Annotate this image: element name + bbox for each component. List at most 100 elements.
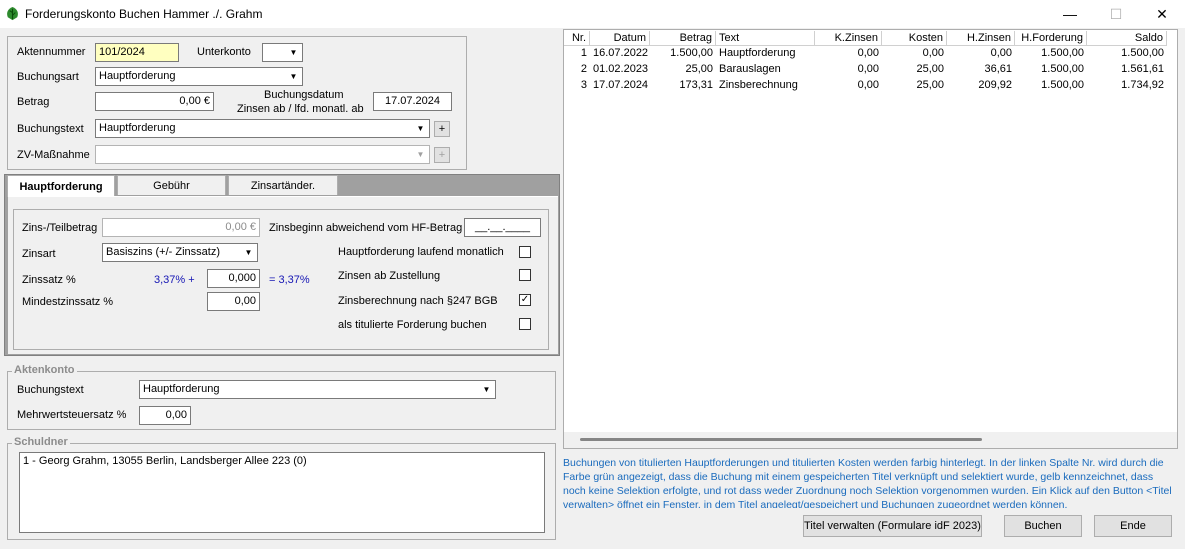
col-header-betrag[interactable]: Betrag	[650, 31, 716, 46]
maximize-button[interactable]: ☐	[1093, 0, 1139, 28]
zinssatz-label: Zinssatz %	[22, 274, 76, 286]
aktennummer-label: Aktennummer	[17, 46, 86, 58]
cell-hzinsen: 0,00	[990, 47, 1012, 59]
tab-zinsartaender[interactable]: Zinsartänder.	[228, 175, 338, 195]
zinssatz-base: 3,37% +	[154, 274, 195, 286]
col-header-kzinsen[interactable]: K.Zinsen	[815, 31, 882, 46]
tab-hauptforderung[interactable]: Hauptforderung	[7, 175, 115, 197]
col-header-nr[interactable]: Nr.	[564, 31, 590, 46]
add-buchungstext-button[interactable]: +	[434, 121, 450, 137]
cb-laufend-checkbox[interactable]	[519, 246, 531, 258]
buchungsart-select[interactable]: Hauptforderung ▼	[95, 67, 303, 86]
ak-buchungstext-value: Hauptforderung	[143, 383, 220, 395]
cb-247bgb-label: Zinsberechnung nach §247 BGB	[338, 295, 498, 307]
zinsbeginn-input[interactable]: __.__.____	[464, 218, 541, 237]
unterkonto-label: Unterkonto	[197, 46, 251, 58]
zins-teilbetrag-input[interactable]: 0,00 €	[102, 218, 260, 237]
cell-nr: 3	[580, 79, 587, 91]
schuldner-item[interactable]: 1 - Georg Grahm, 13055 Berlin, Landsberg…	[20, 453, 544, 469]
chevron-down-icon: ▼	[416, 150, 425, 159]
col-header-hforderung[interactable]: H.Forderung	[1015, 31, 1087, 46]
zinsen-ab-label: Zinsen ab / lfd. monatl. ab	[237, 103, 364, 115]
horizontal-scrollbar[interactable]	[564, 432, 1177, 448]
table-row[interactable]: 3 17.07.2024 173,31 Zinsberechnung 0,00 …	[564, 78, 1167, 94]
ende-button[interactable]: Ende	[1094, 515, 1172, 537]
schuldner-list[interactable]: 1 - Georg Grahm, 13055 Berlin, Landsberg…	[19, 452, 545, 533]
aktenkonto-title: Aktenkonto	[12, 364, 77, 376]
cell-kosten: 0,00	[922, 47, 944, 59]
cell-kzinsen: 0,00	[857, 47, 879, 59]
mwst-label: Mehrwertsteuersatz %	[17, 409, 127, 421]
buchungstext-select[interactable]: Hauptforderung ▼	[95, 119, 430, 138]
chevron-down-icon: ▼	[482, 385, 491, 394]
cb-zustellung-label: Zinsen ab Zustellung	[338, 270, 441, 282]
cell-hforderung: 1.500,00	[1041, 47, 1084, 59]
cell-text: Zinsberechnung	[719, 79, 798, 91]
mwst-input[interactable]: 0,00	[139, 406, 191, 425]
cb-zustellung-checkbox[interactable]	[519, 269, 531, 281]
cell-hzinsen: 36,61	[984, 63, 1012, 75]
cell-nr: 1	[580, 47, 587, 59]
col-header-text[interactable]: Text	[716, 31, 815, 46]
cell-hforderung: 1.500,00	[1041, 63, 1084, 75]
zv-label: ZV-Maßnahme	[17, 149, 90, 161]
buchungsdatum-label: Buchungsdatum	[264, 89, 344, 101]
betrag-label: Betrag	[17, 96, 50, 108]
buchungsart-value: Hauptforderung	[99, 70, 176, 82]
cell-saldo: 1.734,92	[1121, 79, 1164, 91]
unterkonto-select[interactable]: ▼	[262, 43, 303, 62]
ak-buchungstext-select[interactable]: Hauptforderung ▼	[139, 380, 496, 399]
zinsart-select[interactable]: Basiszins (+/- Zinssatz) ▼	[102, 243, 258, 262]
ak-buchungstext-label: Buchungstext	[17, 384, 84, 396]
buchen-button[interactable]: Buchen	[1004, 515, 1082, 537]
scrollbar-thumb[interactable]	[580, 438, 982, 441]
cb-tituliert-checkbox[interactable]	[519, 318, 531, 330]
col-header-hzinsen[interactable]: H.Zinsen	[947, 31, 1015, 46]
close-button[interactable]: ✕	[1139, 0, 1185, 28]
col-header-datum[interactable]: Datum	[590, 31, 650, 46]
add-zv-button[interactable]: +	[434, 147, 450, 163]
cell-datum: 16.07.2022	[593, 47, 649, 59]
col-header-kosten[interactable]: Kosten	[882, 31, 947, 46]
zins-teilbetrag-label: Zins-/Teilbetrag	[22, 222, 98, 234]
aktennummer-input[interactable]: 101/2024	[95, 43, 179, 62]
cell-betrag: 173,31	[679, 79, 713, 91]
mindestzinssatz-input[interactable]: 0,00	[207, 292, 260, 311]
cell-kosten: 25,00	[916, 79, 944, 91]
zinsbeginn-label: Zinsbeginn abweichend vom HF-Betrag	[269, 222, 463, 234]
cell-nr: 2	[580, 63, 587, 75]
betrag-input[interactable]: 0,00 €	[95, 92, 214, 111]
cb-tituliert-label: als titulierte Forderung buchen	[338, 319, 487, 331]
cell-kosten: 25,00	[916, 63, 944, 75]
app-leaf-icon	[7, 6, 18, 21]
window-title: Forderungskonto Buchen Hammer ./. Grahm	[25, 7, 263, 21]
cb-247bgb-checkbox[interactable]: ✓	[519, 294, 531, 306]
cell-kzinsen: 0,00	[857, 79, 879, 91]
info-text: Buchungen von titulierten Hauptforderung…	[563, 457, 1172, 508]
buchungstext-value: Hauptforderung	[99, 122, 176, 134]
zv-select[interactable]: ▼	[95, 145, 430, 164]
chevron-down-icon: ▼	[416, 124, 425, 133]
zinssatz-input[interactable]: 0,000	[207, 269, 260, 288]
zinsart-value: Basiszins (+/- Zinssatz)	[106, 246, 220, 258]
col-header-saldo[interactable]: Saldo	[1087, 31, 1167, 46]
titel-verwalten-button[interactable]: Titel verwalten (Formulare idF 2023)	[803, 515, 982, 537]
buchungstext-label: Buchungstext	[17, 123, 84, 135]
table-row[interactable]: 1 16.07.2022 1.500,00 Hauptforderung 0,0…	[564, 46, 1167, 62]
table-body: 1 16.07.2022 1.500,00 Hauptforderung 0,0…	[564, 46, 1167, 94]
chevron-down-icon: ▼	[289, 72, 298, 81]
chevron-down-icon: ▼	[289, 48, 298, 57]
tab-gebuehr[interactable]: Gebühr	[117, 175, 226, 195]
zinsart-label: Zinsart	[22, 248, 56, 260]
cell-saldo: 1.500,00	[1121, 47, 1164, 59]
cell-betrag: 25,00	[685, 63, 713, 75]
cell-hzinsen: 209,92	[978, 79, 1012, 91]
cell-datum: 17.07.2024	[593, 79, 649, 91]
table-row[interactable]: 2 01.02.2023 25,00 Barauslagen 0,00 25,0…	[564, 62, 1167, 78]
cell-betrag: 1.500,00	[670, 47, 713, 59]
buchungsdatum-input[interactable]: 17.07.2024	[373, 92, 452, 111]
cell-kzinsen: 0,00	[857, 63, 879, 75]
check-icon: ✓	[520, 294, 530, 305]
minimize-button[interactable]: —	[1047, 0, 1093, 28]
mindestzinssatz-label: Mindestzinssatz %	[22, 296, 114, 308]
